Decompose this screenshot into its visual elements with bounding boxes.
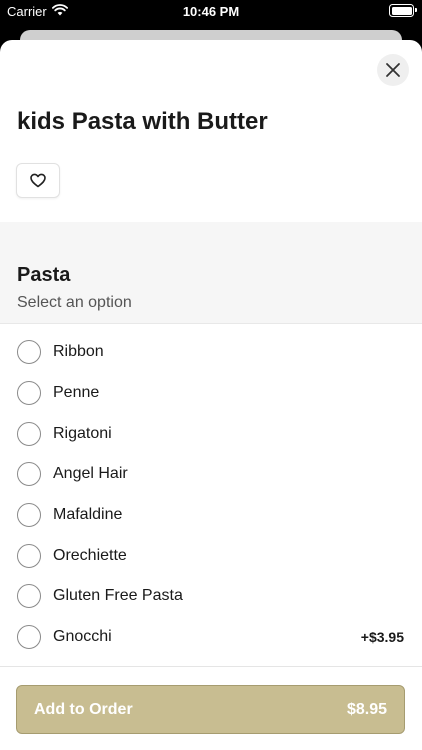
favorite-button[interactable] (16, 163, 60, 198)
option-label: Gluten Free Pasta (53, 587, 183, 605)
option-orechiette[interactable]: Orechiette (0, 535, 422, 576)
radio-button[interactable] (17, 584, 41, 609)
section-subtitle: Select an option (17, 294, 132, 311)
radio-button[interactable] (17, 340, 41, 365)
option-gluten-free-pasta[interactable]: Gluten Free Pasta (0, 576, 422, 617)
radio-button[interactable] (17, 503, 41, 528)
radio-button[interactable] (17, 421, 41, 446)
option-label: Ribbon (53, 343, 104, 361)
section-title: Pasta (17, 264, 71, 286)
add-to-order-button[interactable]: Add to Order $8.95 (16, 685, 405, 734)
order-footer: Add to Order $8.95 (0, 666, 422, 750)
close-icon (386, 63, 400, 77)
option-ribbon[interactable]: Ribbon (0, 332, 422, 373)
radio-button[interactable] (17, 625, 41, 650)
option-label: Orechiette (53, 546, 127, 564)
option-label: Mafaldine (53, 506, 123, 524)
option-label: Gnocchi (53, 628, 112, 646)
status-bar: Carrier 10:46 PM (0, 0, 422, 24)
option-price: +$3.95 (360, 629, 404, 646)
option-gnocchi[interactable]: Gnocchi +$3.95 (0, 617, 422, 658)
battery-icon (389, 4, 417, 17)
heart-icon (30, 173, 46, 188)
option-label: Rigatoni (53, 424, 112, 442)
close-button[interactable] (377, 54, 409, 86)
option-label: Penne (53, 384, 100, 402)
radio-button[interactable] (17, 543, 41, 568)
radio-button[interactable] (17, 462, 41, 487)
option-list: Ribbon Penne Rigatoni Angel Hair Mafaldi… (0, 332, 422, 658)
order-total: $8.95 (346, 700, 387, 718)
option-penne[interactable]: Penne (0, 373, 422, 414)
add-to-order-label: Add to Order (34, 700, 133, 718)
option-label: Angel Hair (53, 465, 128, 483)
option-rigatoni[interactable]: Rigatoni (0, 413, 422, 454)
radio-button[interactable] (17, 381, 41, 406)
section-header-pasta: Pasta Select an option (0, 222, 422, 324)
item-sheet: kids Pasta with Butter Pasta Select an o… (0, 40, 422, 750)
option-mafaldine[interactable]: Mafaldine (0, 495, 422, 536)
status-time: 10:46 PM (182, 4, 240, 19)
option-angel-hair[interactable]: Angel Hair (0, 454, 422, 495)
item-title: kids Pasta with Butter (17, 108, 268, 135)
